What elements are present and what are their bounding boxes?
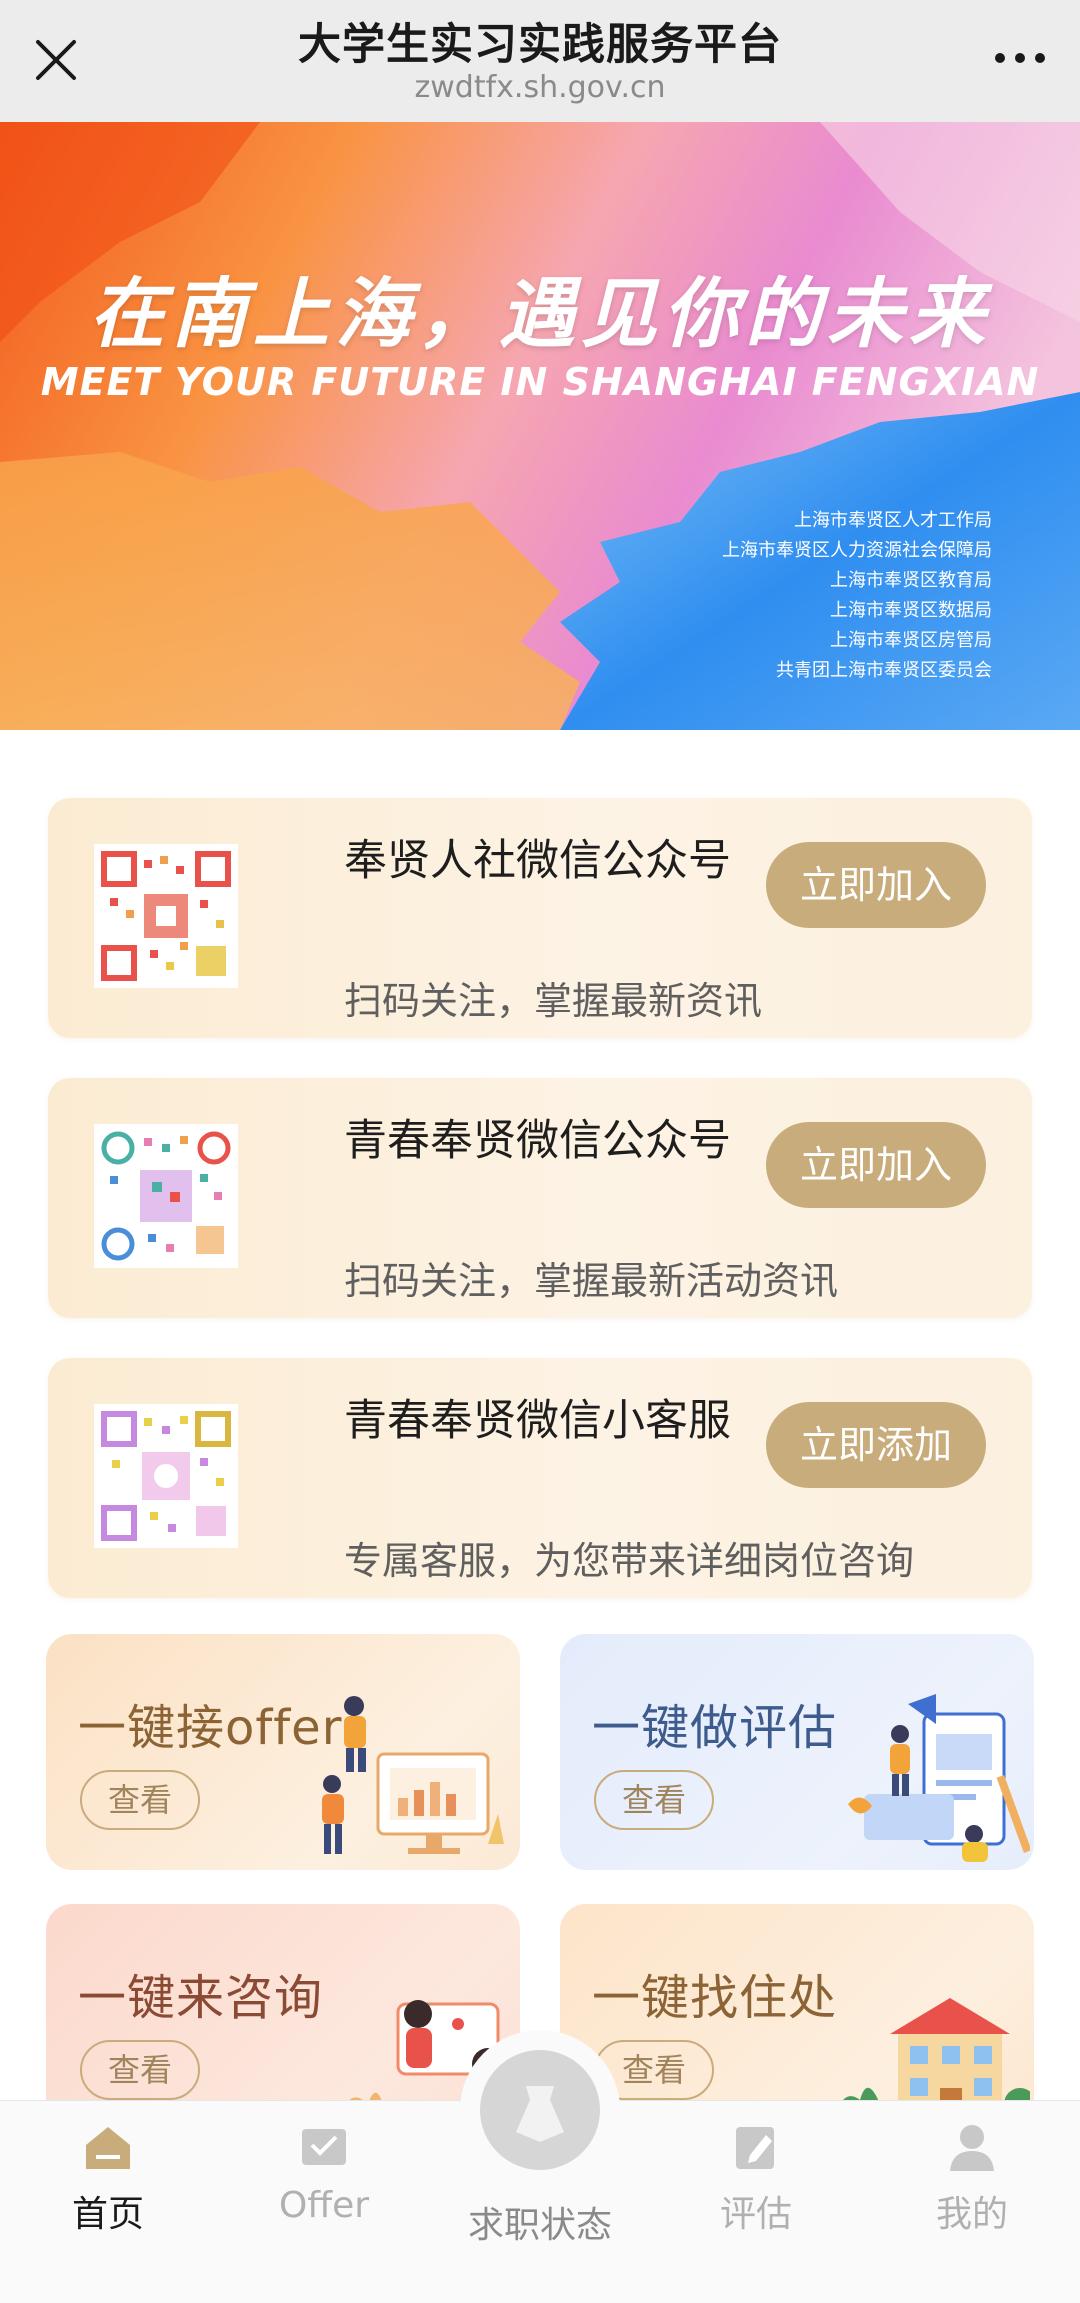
browser-top-bar: 大学生实习实践服务平台 zwdtfx.sh.gov.cn <box>0 0 1080 122</box>
org-line: 上海市奉贤区教育局 <box>830 570 992 591</box>
card-youth-fengxian-service: 青春奉贤微信小客服 专属客服，为您带来详细岗位咨询 立即添加 <box>48 1358 1032 1598</box>
view-button[interactable]: 查看 <box>80 2040 200 2100</box>
nav-offer[interactable]: Offer <box>224 2121 424 2226</box>
banner-organizations: 上海市奉贤区人才工作局 上海市奉贤区人力资源社会保障局 上海市奉贤区教育局 上海… <box>722 506 992 686</box>
card-title: 奉贤人社微信公众号 <box>344 836 731 886</box>
add-button[interactable]: 立即添加 <box>766 1402 986 1488</box>
view-button[interactable]: 查看 <box>594 1770 714 1830</box>
tile-label: 一键来咨询 <box>78 1970 324 2026</box>
card-title: 青春奉贤微信公众号 <box>344 1116 731 1166</box>
nav-job-status-button[interactable] <box>460 2030 620 2190</box>
card-description: 扫码关注，掌握最新活动资讯 <box>344 1259 839 1303</box>
org-line: 上海市奉贤区房管局 <box>830 630 992 651</box>
nav-label: Offer <box>278 2185 370 2226</box>
nav-label: 我的 <box>935 2194 1008 2235</box>
user-profile-icon <box>950 2125 994 2171</box>
view-button[interactable]: 查看 <box>80 1770 200 1830</box>
card-fengxian-hr-wechat: 奉贤人社微信公众号 扫码关注，掌握最新资讯 立即加入 <box>48 798 1032 1038</box>
card-title: 青春奉贤微信小客服 <box>344 1396 731 1446</box>
tile-label: 一键做评估 <box>592 1700 838 1756</box>
offer-illustration-icon <box>322 1696 504 1854</box>
org-line: 上海市奉贤区数据局 <box>830 600 992 621</box>
tile-label: 一键接offer <box>78 1700 343 1756</box>
edit-document-icon <box>736 2127 774 2169</box>
nav-label: 评估 <box>719 2194 792 2235</box>
tile-label: 一键找住处 <box>592 1970 838 2026</box>
org-line: 上海市奉贤区人力资源社会保障局 <box>722 540 992 561</box>
nav-mine[interactable]: 我的 <box>872 2121 1072 2237</box>
job-status-icon <box>480 2050 600 2170</box>
more-dots-icon[interactable] <box>990 40 1050 76</box>
banner-slogan: 在南上海，遇见你的未来 <box>89 269 991 358</box>
card-description: 专属客服，为您带来详细岗位咨询 <box>344 1539 915 1583</box>
nav-home[interactable]: 首页 <box>8 2121 208 2237</box>
qr-code-image <box>94 1404 238 1548</box>
card-description: 扫码关注，掌握最新资讯 <box>344 979 763 1023</box>
qr-code-image <box>94 1124 238 1268</box>
hero-banner[interactable]: 在南上海，遇见你的未来 MEET YOUR FUTURE IN SHANGHAI… <box>0 122 1080 730</box>
offer-envelope-icon <box>302 2129 346 2165</box>
page-url: zwdtfx.sh.gov.cn <box>414 70 666 105</box>
nav-label: 首页 <box>71 2194 144 2235</box>
banner-subtitle: MEET YOUR FUTURE IN SHANGHAI FENGXIAN <box>40 360 1040 404</box>
nav-evaluation[interactable]: 评估 <box>656 2121 856 2237</box>
org-line: 共青团上海市奉贤区委员会 <box>776 660 992 681</box>
join-button[interactable]: 立即加入 <box>766 1122 986 1208</box>
tile-get-offer[interactable]: 一键接offer 查看 <box>46 1634 520 1870</box>
join-button[interactable]: 立即加入 <box>766 842 986 928</box>
card-youth-fengxian-wechat: 青春奉贤微信公众号 扫码关注，掌握最新活动资讯 立即加入 <box>48 1078 1032 1318</box>
page-title: 大学生实习实践服务平台 <box>298 20 782 70</box>
nav-label: 求职状态 <box>467 2205 612 2246</box>
org-line: 上海市奉贤区人才工作局 <box>794 510 992 531</box>
qr-code-image <box>94 844 238 988</box>
evaluation-illustration-icon <box>848 1694 1030 1862</box>
tile-do-evaluation[interactable]: 一键做评估 查看 <box>560 1634 1034 1870</box>
home-icon <box>86 2127 130 2169</box>
